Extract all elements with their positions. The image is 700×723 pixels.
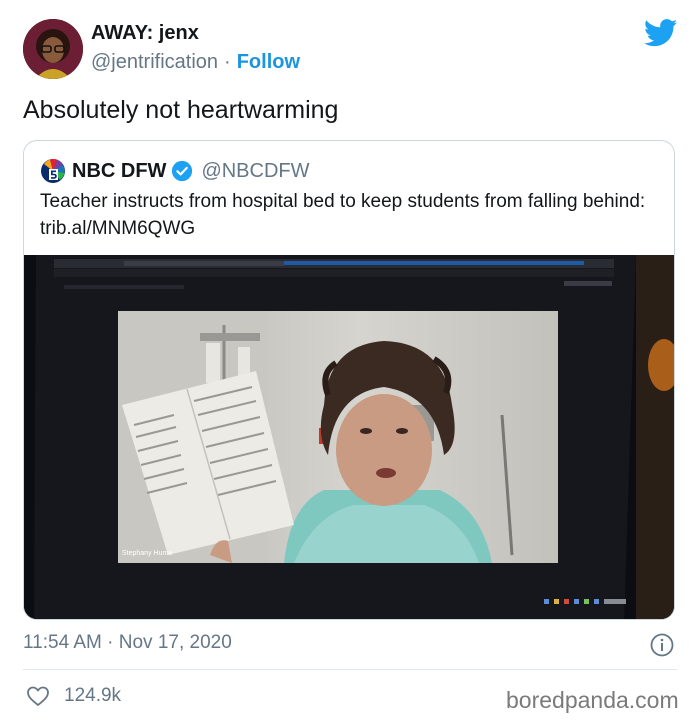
twitter-bird-icon[interactable] bbox=[644, 19, 678, 47]
author-avatar[interactable] bbox=[23, 19, 83, 79]
watermark: boredpanda.com bbox=[506, 687, 679, 713]
follow-button[interactable]: Follow bbox=[237, 51, 300, 73]
verified-badge-icon bbox=[172, 160, 193, 182]
quoted-media-image[interactable]: Stephany Hume bbox=[24, 255, 674, 619]
info-icon[interactable] bbox=[650, 633, 674, 657]
tweet-text: Absolutely not heartwarming bbox=[23, 96, 339, 124]
nbc-logo-icon bbox=[41, 159, 65, 183]
author-handle[interactable]: @jentrification bbox=[91, 51, 218, 73]
quoted-author-handle: @NBCDFW bbox=[201, 159, 310, 182]
tweet-timestamp[interactable]: 11:54 AM · Nov 17, 2020 bbox=[23, 632, 232, 654]
like-count: 124.9k bbox=[64, 685, 122, 706]
quoted-tweet-text: Teacher instructs from hospital bed to k… bbox=[40, 191, 646, 239]
tweet-card: AWAY: jenx @jentrification · Follow Absolu… bbox=[0, 0, 700, 723]
quoted-tweet-header: NBC DFW @NBCDFW bbox=[40, 157, 310, 185]
like-button[interactable]: 124.9k bbox=[26, 684, 121, 708]
author-name[interactable]: AWAY: jenx bbox=[91, 22, 199, 45]
video-caption-label: Stephany Hume bbox=[122, 550, 172, 557]
author-meta: @jentrification · Follow bbox=[91, 51, 300, 74]
quoted-tweet[interactable]: NBC DFW @NBCDFW Teacher instructs from h… bbox=[23, 140, 675, 620]
separator-dot: · bbox=[224, 51, 231, 73]
heart-icon bbox=[27, 686, 49, 706]
quoted-author-name: NBC DFW bbox=[72, 159, 167, 182]
divider bbox=[23, 669, 677, 670]
